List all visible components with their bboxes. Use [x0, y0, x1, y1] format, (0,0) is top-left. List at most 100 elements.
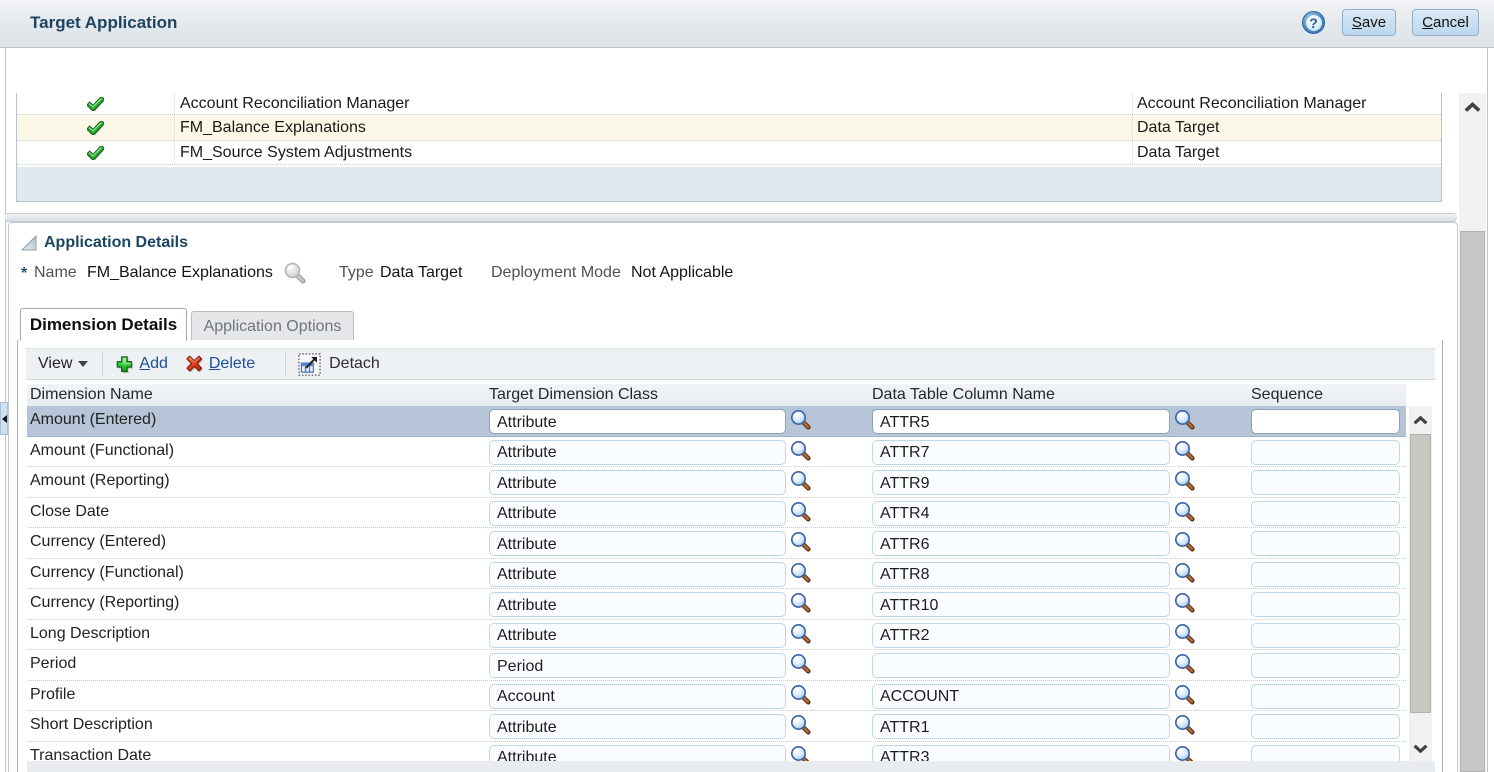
target-dimension-class-input[interactable] [489, 745, 786, 762]
data-table-column-name-search-icon[interactable] [1174, 409, 1198, 437]
data-table-column-name-search-icon[interactable] [1174, 470, 1198, 498]
target-dimension-class-input[interactable] [489, 440, 786, 465]
dimension-row[interactable]: Amount (Reporting) [27, 467, 1406, 498]
table-horizontal-scrollbar[interactable] [27, 761, 1435, 772]
table-scrollbar-down-icon[interactable] [1413, 744, 1428, 753]
dimension-row[interactable]: Currency (Entered) [27, 528, 1406, 559]
data-table-column-name-input[interactable] [872, 501, 1170, 526]
target-dimension-class-search-icon[interactable] [790, 592, 814, 620]
target-dimension-class-input[interactable] [489, 623, 786, 648]
tab-dimension-details[interactable]: Dimension Details [20, 308, 187, 341]
column-header-data-table-column-name[interactable]: Data Table Column Name [872, 386, 1055, 404]
application-row[interactable]: FM_Source System AdjustmentsData Target [17, 141, 1441, 165]
page-scrollbar-thumb[interactable] [1460, 231, 1485, 772]
disclosure-triangle-icon[interactable] [21, 235, 37, 251]
target-dimension-class-input[interactable] [489, 684, 786, 709]
data-table-column-name-search-icon[interactable] [1174, 714, 1198, 742]
dimension-row[interactable]: Amount (Entered) [27, 406, 1406, 437]
table-scrollbar-thumb[interactable] [1410, 434, 1431, 713]
data-table-column-name-input[interactable] [872, 440, 1170, 465]
delete-button[interactable]: Delete [209, 355, 255, 373]
data-table-column-name-input[interactable] [872, 684, 1170, 709]
sequence-input[interactable] [1251, 714, 1400, 739]
data-table-column-name-search-icon[interactable] [1174, 745, 1198, 762]
sequence-input[interactable] [1251, 623, 1400, 648]
data-table-column-name-input[interactable] [872, 714, 1170, 739]
target-dimension-class-input[interactable] [489, 470, 786, 495]
data-table-column-name-search-icon[interactable] [1174, 562, 1198, 590]
dimension-row[interactable]: Period [27, 650, 1406, 681]
data-table-column-name-search-icon[interactable] [1174, 653, 1198, 681]
target-dimension-class-input[interactable] [489, 653, 786, 678]
view-menu-caret-icon[interactable] [78, 361, 88, 367]
sequence-input[interactable] [1251, 745, 1400, 762]
target-dimension-class-input[interactable] [489, 562, 786, 587]
application-row[interactable]: FM_Balance ExplanationsData Target [17, 115, 1441, 141]
target-dimension-class-input[interactable] [489, 714, 786, 739]
target-dimension-class-search-icon[interactable] [790, 409, 814, 437]
detach-icon[interactable] [298, 353, 321, 376]
sequence-input[interactable] [1251, 653, 1400, 678]
add-icon[interactable] [115, 355, 134, 374]
application-row[interactable]: Account Reconciliation ManagerAccount Re… [17, 93, 1441, 115]
target-dimension-class-input[interactable] [489, 501, 786, 526]
target-dimension-class-search-icon[interactable] [790, 531, 814, 559]
table-scrollbar[interactable] [1409, 406, 1432, 761]
sequence-input[interactable] [1251, 531, 1400, 556]
sequence-input[interactable] [1251, 470, 1400, 495]
target-dimension-class-search-icon[interactable] [790, 623, 814, 651]
cancel-button[interactable]: Cancel [1412, 9, 1479, 36]
target-dimension-class-search-icon[interactable] [790, 714, 814, 742]
target-dimension-class-search-icon[interactable] [790, 562, 814, 590]
dimension-row[interactable]: Profile [27, 681, 1406, 712]
column-header-dimension-name[interactable]: Dimension Name [30, 386, 153, 404]
page-scrollbar[interactable] [1459, 93, 1486, 772]
data-table-column-name-search-icon[interactable] [1174, 592, 1198, 620]
data-table-column-name-search-icon[interactable] [1174, 440, 1198, 468]
data-table-column-name-search-icon[interactable] [1174, 684, 1198, 712]
target-dimension-class-search-icon[interactable] [790, 653, 814, 681]
target-dimension-class-search-icon[interactable] [790, 470, 814, 498]
data-table-column-name-input[interactable] [872, 745, 1170, 762]
dimension-row[interactable]: Currency (Functional) [27, 559, 1406, 590]
target-dimension-class-input[interactable] [489, 592, 786, 617]
data-table-column-name-input[interactable] [872, 562, 1170, 587]
delete-icon[interactable] [186, 355, 204, 373]
splitter-collapse-button[interactable] [0, 402, 8, 435]
table-scrollbar-up-icon[interactable] [1413, 416, 1428, 425]
data-table-column-name-input[interactable] [872, 531, 1170, 556]
help-icon[interactable]: ? [1302, 11, 1325, 34]
data-table-column-name-input[interactable] [872, 470, 1170, 495]
sequence-input[interactable] [1251, 501, 1400, 526]
column-header-sequence[interactable]: Sequence [1251, 386, 1323, 404]
data-table-column-name-search-icon[interactable] [1174, 531, 1198, 559]
save-button[interactable]: Save [1342, 9, 1396, 36]
target-dimension-class-search-icon[interactable] [790, 745, 814, 762]
data-table-column-name-search-icon[interactable] [1174, 501, 1198, 529]
sequence-input[interactable] [1251, 562, 1400, 587]
data-table-column-name-input[interactable] [872, 409, 1170, 434]
sequence-input[interactable] [1251, 409, 1400, 434]
target-dimension-class-search-icon[interactable] [790, 501, 814, 529]
data-table-column-name-input[interactable] [872, 653, 1170, 678]
target-dimension-class-search-icon[interactable] [790, 684, 814, 712]
dimension-row[interactable]: Long Description [27, 620, 1406, 651]
view-menu-button[interactable]: View [38, 355, 72, 373]
add-button[interactable]: Add [139, 355, 167, 373]
dimension-row[interactable]: Close Date [27, 498, 1406, 529]
data-table-column-name-input[interactable] [872, 623, 1170, 648]
target-dimension-class-input[interactable] [489, 531, 786, 556]
dimension-row[interactable]: Amount (Functional) [27, 437, 1406, 468]
dimension-row[interactable]: Short Description [27, 711, 1406, 742]
horizontal-splitter[interactable] [5, 213, 1457, 222]
data-table-column-name-search-icon[interactable] [1174, 623, 1198, 651]
sequence-input[interactable] [1251, 684, 1400, 709]
target-dimension-class-input[interactable] [489, 409, 786, 434]
name-search-icon[interactable] [283, 261, 307, 290]
target-dimension-class-search-icon[interactable] [790, 440, 814, 468]
column-header-target-dimension-class[interactable]: Target Dimension Class [489, 386, 658, 404]
dimension-row[interactable]: Currency (Reporting) [27, 589, 1406, 620]
sequence-input[interactable] [1251, 440, 1400, 465]
page-scrollbar-up-icon[interactable] [1459, 93, 1486, 119]
data-table-column-name-input[interactable] [872, 592, 1170, 617]
